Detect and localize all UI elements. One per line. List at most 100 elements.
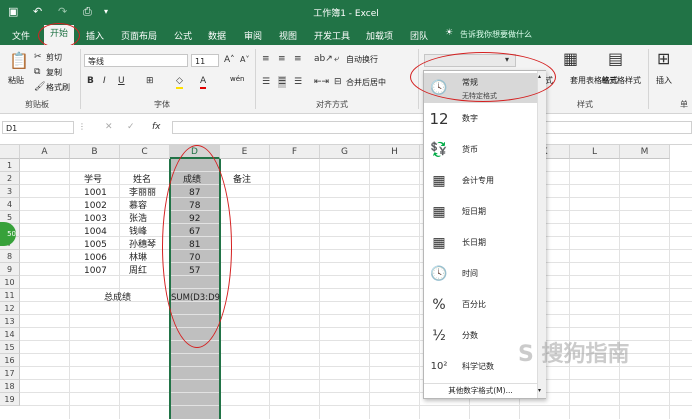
wrap-text-icon[interactable]: ⤶ [334,53,339,65]
cut-icon[interactable]: ✂ [34,51,42,63]
merge-center-button[interactable]: 合并后居中 [346,77,386,88]
cell-id[interactable]: 1004 [84,226,107,239]
insert-cells-icon[interactable]: ⊞ [657,51,670,67]
cell-id[interactable]: 1007 [84,265,107,278]
tab-addins[interactable]: 加载项 [366,29,393,42]
header-note[interactable]: 备注 [233,174,251,187]
border-icon[interactable]: ⊞ [146,75,154,87]
wrap-text-button[interactable]: 自动换行 [346,54,378,65]
format-option[interactable]: 12 数字 [424,104,537,134]
align-top-icon[interactable]: ≡ [262,53,270,65]
column-header-m[interactable]: M [620,145,670,159]
shrink-font-icon[interactable]: A˅ [240,54,249,66]
phonetic-button[interactable]: wén [230,75,244,83]
format-option[interactable]: 🕓 时间 [424,259,537,289]
row-header[interactable]: 14 [0,328,20,341]
format-option[interactable]: ▦ 短日期 [424,197,537,227]
tell-me-box[interactable]: 告诉我你想要做什么 [460,29,532,40]
row-header[interactable]: 3 [0,185,20,198]
fill-color-icon[interactable]: ◇ [176,75,183,89]
format-option[interactable]: ▦ 会计专用 [424,166,537,196]
row-header[interactable]: 8 [0,250,20,263]
column-header-b[interactable]: B [70,145,120,159]
paste-icon[interactable]: 📋 [9,53,29,69]
column-header-e[interactable]: E [220,145,270,159]
underline-icon[interactable]: U [118,75,125,87]
cell-id[interactable]: 1003 [84,213,107,226]
row-header[interactable]: 1 [0,159,20,172]
name-box[interactable]: D1 [2,121,74,134]
cell-name[interactable]: 慕容 [129,200,147,213]
cell-name[interactable]: 孙穗琴 [129,239,156,252]
enter-icon[interactable]: ✓ [127,121,135,133]
name-box-options-icon[interactable]: ⋮ [78,121,86,133]
cell-styles-icon[interactable]: ▤ [608,51,623,67]
worksheet-grid[interactable]: ABCDEFGHIJKLM 12345678910111213141516171… [0,145,692,419]
format-painter-button[interactable]: 格式刷 [46,82,70,93]
row-header[interactable]: 13 [0,315,20,328]
column-header-a[interactable]: A [20,145,70,159]
header-id[interactable]: 学号 [84,174,102,187]
italic-icon[interactable]: I [103,75,106,87]
column-header-l[interactable]: L [570,145,620,159]
align-middle-icon[interactable]: ≡ [278,53,286,65]
cell-name[interactable]: 周红 [129,265,147,278]
tab-page-layout[interactable]: 页面布局 [121,29,157,42]
grow-font-icon[interactable]: A˄ [224,54,235,66]
row-header[interactable]: 2 [0,172,20,185]
row-header[interactable]: 11 [0,289,20,302]
align-right-icon[interactable]: ☰ [294,76,302,88]
scroll-down-icon[interactable]: ▾ [538,387,541,394]
font-color-icon[interactable]: A [200,75,207,89]
tab-formulas[interactable]: 公式 [174,29,192,42]
select-all-corner[interactable] [0,145,20,159]
column-header-f[interactable]: F [270,145,320,159]
format-option[interactable]: 💱 货币 [424,135,537,165]
format-option[interactable]: % 百分比 [424,290,537,320]
cancel-icon[interactable]: ✕ [105,121,113,133]
tab-team[interactable]: 团队 [410,29,428,42]
format-option[interactable]: ▦ 长日期 [424,228,537,258]
cell-id[interactable]: 1005 [84,239,107,252]
tab-view[interactable]: 视图 [279,29,297,42]
copy-icon[interactable]: ⧉ [34,66,40,78]
row-header[interactable]: 4 [0,198,20,211]
tab-data[interactable]: 数据 [208,29,226,42]
total-label[interactable]: 总成绩 [104,292,131,305]
indent-icon[interactable]: ⇤⇥ [314,76,329,88]
font-size-box[interactable]: 11 [191,54,219,67]
font-name-box[interactable]: 等线 [84,54,188,67]
cell-id[interactable]: 1002 [84,200,107,213]
row-header[interactable]: 17 [0,367,20,380]
align-bottom-icon[interactable]: ≡ [294,53,302,65]
copy-button[interactable]: 复制 [46,67,62,78]
insert-function-icon[interactable]: fx [152,121,161,133]
format-painter-icon[interactable]: 🖌 [34,81,45,93]
cell-id[interactable]: 1001 [84,187,107,200]
paste-button[interactable]: 粘贴 [8,75,24,86]
cell-name[interactable]: 张浩 [129,213,147,226]
row-header[interactable]: 19 [0,393,20,406]
tab-file[interactable]: 文件 [12,29,30,42]
cell-name[interactable]: 钱峰 [129,226,147,239]
bold-icon[interactable]: B [87,75,94,87]
row-header[interactable]: 16 [0,354,20,367]
cell-id[interactable]: 1006 [84,252,107,265]
header-name[interactable]: 姓名 [133,174,151,187]
merge-icon[interactable]: ⊟ [334,76,342,88]
row-header[interactable]: 15 [0,341,20,354]
cell-styles-button[interactable]: 单元格样式 [601,75,641,86]
row-header[interactable]: 12 [0,302,20,315]
row-header[interactable]: 10 [0,276,20,289]
align-left-icon[interactable]: ☰ [262,76,270,88]
column-header-c[interactable]: C [120,145,170,159]
column-header-g[interactable]: G [320,145,370,159]
tab-insert[interactable]: 插入 [86,29,104,42]
more-number-formats[interactable]: 其他数字格式(M)... [424,383,537,398]
tab-review[interactable]: 审阅 [244,29,262,42]
cut-button[interactable]: 剪切 [46,52,62,63]
row-header[interactable]: 9 [0,263,20,276]
cell-name[interactable]: 林琳 [129,252,147,265]
row-header[interactable]: 18 [0,380,20,393]
column-header-h[interactable]: H [370,145,420,159]
